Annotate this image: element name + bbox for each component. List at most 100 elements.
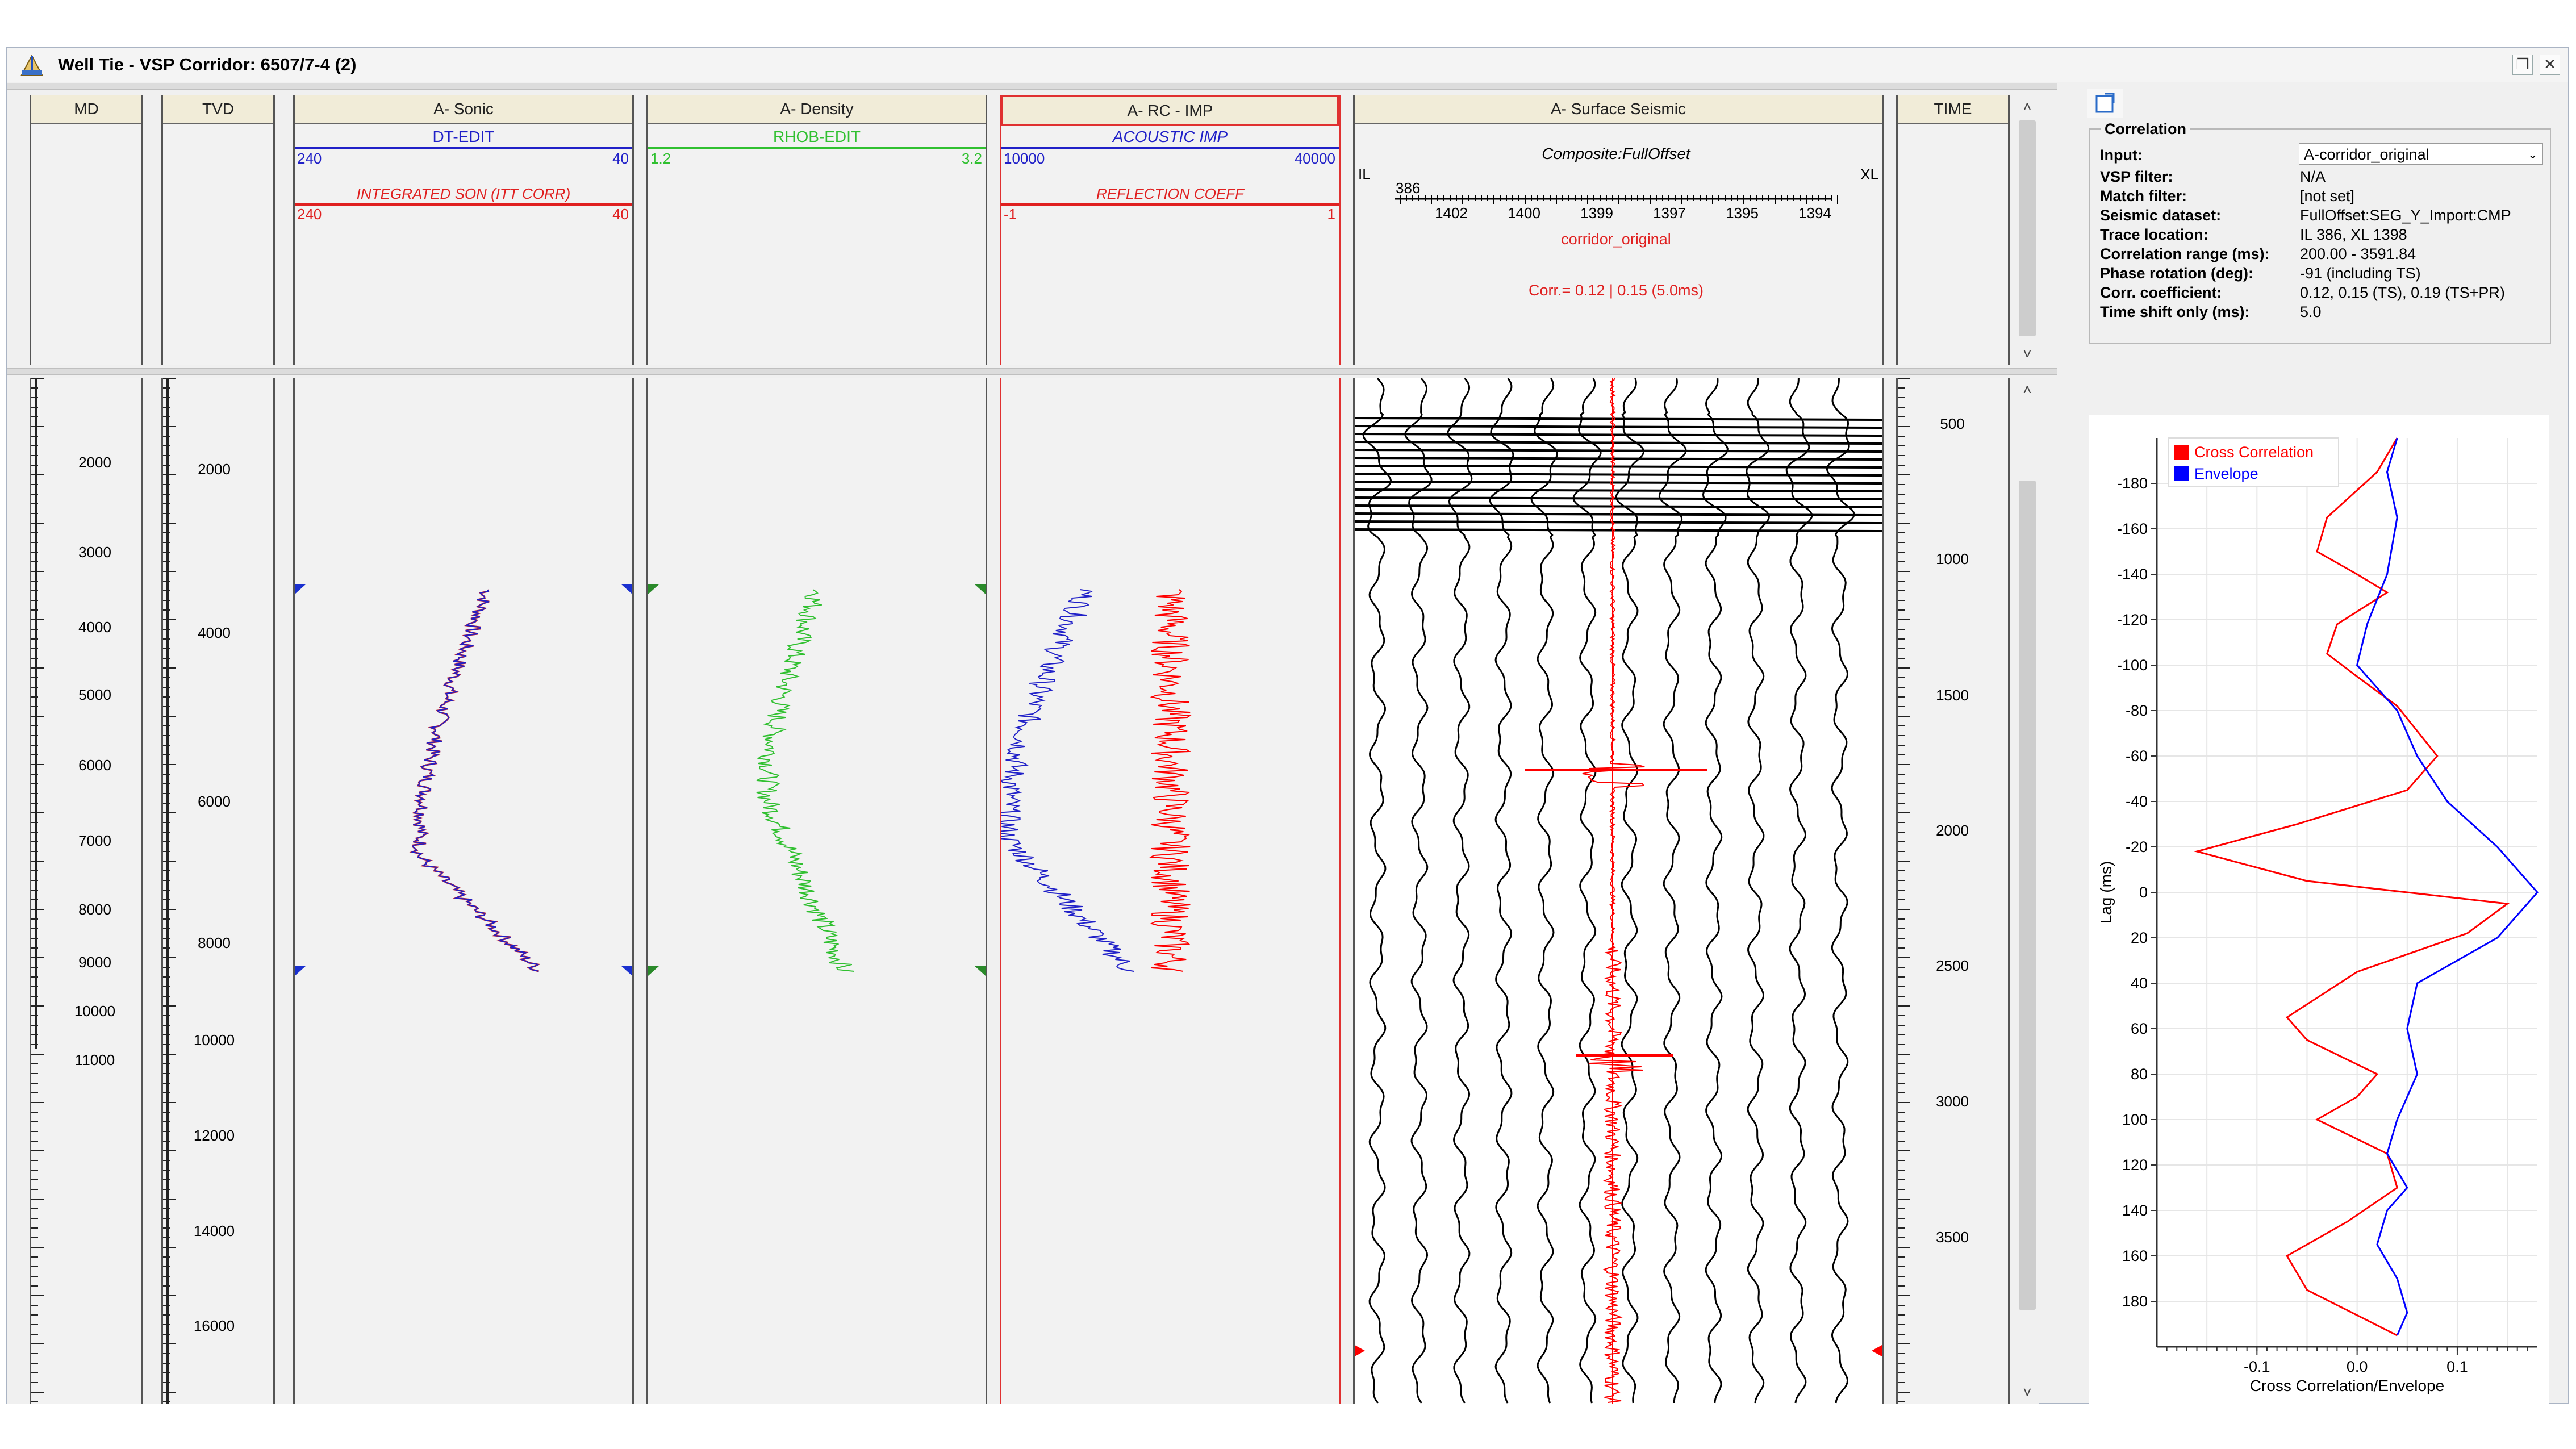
input-dropdown[interactable]: A-corridor_original ⌄ <box>2299 143 2543 165</box>
series-line <box>2193 437 2510 1337</box>
param-row: Match filter: [not set] <box>2100 186 2543 206</box>
body-scroll-down-icon[interactable]: ˅ <box>2015 1381 2039 1404</box>
seismic-trace <box>1658 378 1687 1404</box>
track-header-time[interactable]: TIME <box>1896 95 2010 365</box>
body-vertical-scrollbar[interactable]: ˄ ˅ <box>2015 378 2039 1404</box>
xl-tick-label: 1400 <box>1508 204 1540 222</box>
y-tick-label: -160 <box>2117 520 2148 537</box>
scale-label: 1500 <box>1936 687 1969 704</box>
track-header-md[interactable]: MD <box>30 95 143 365</box>
md-depth-scale: 2000 3000 4000 5000 6000 7000 8000 9000 10000 110… <box>31 378 115 1402</box>
track-body-area: 2000 3000 4000 5000 6000 7000 8000 9000 10000 110… <box>7 378 2039 1404</box>
param-value: 200.00 - 3591.84 <box>2300 245 2416 262</box>
middle-splitter[interactable] <box>7 368 2057 375</box>
y-tick-label: -20 <box>2126 838 2148 855</box>
param-row: Corr. coefficient: 0.12, 0.15 (TS), 0.19 … <box>2100 283 2543 302</box>
legend-label: Cross Correlation <box>2194 444 2314 461</box>
seismic-strong-reflector <box>1354 417 1882 421</box>
track-title-sonic[interactable]: A- Sonic <box>295 95 632 124</box>
y-axis-title: Lag (ms) <box>2097 861 2115 924</box>
scale-label: 10000 <box>74 1003 115 1020</box>
track-seismic[interactable] <box>1353 378 1884 1404</box>
track-header-sonic[interactable]: A- Sonic DT-EDIT 240 40 INTEGRATED SON (… <box>293 95 634 365</box>
scroll-up-icon[interactable]: ˄ <box>2015 95 2039 118</box>
sonic-curve2-min: 240 <box>297 206 322 223</box>
track-time[interactable]: 500 1000 1500 2000 2500 3000 3500 <box>1896 378 2010 1404</box>
track-header-density[interactable]: A- Density RHOB-EDIT 1.2 3.2 <box>646 95 987 365</box>
y-tick-label: 0 <box>2139 884 2148 901</box>
track-rc-imp[interactable] <box>993 378 1341 1404</box>
seismic-wiggle-plot <box>1354 378 1882 1404</box>
track-title-seismic[interactable]: A- Surface Seismic <box>1355 95 1882 124</box>
scale-label: 6000 <box>78 757 111 774</box>
track-title-rc-imp[interactable]: A- RC - IMP <box>1001 95 1339 126</box>
seismic-corr-text: Corr.= 0.12 | 0.15 (5.0ms) <box>1529 282 1704 299</box>
copy-icon <box>2095 93 2115 113</box>
scale-label: 3000 <box>78 544 111 561</box>
track-header-area: MD TVD A- Sonic DT-EDIT 240 40 INTEGRATE… <box>7 95 2039 365</box>
log-display-pane: MD TVD A- Sonic DT-EDIT 240 40 INTEGRATE… <box>7 83 2057 1405</box>
param-label: Correlation range (ms): <box>2100 245 2270 262</box>
rc-imp-curve2-min: -1 <box>1004 206 1017 223</box>
track-md[interactable]: 2000 3000 4000 5000 6000 7000 8000 9000 10000 110… <box>30 378 143 1404</box>
seismic-strong-reflector <box>1354 441 1882 445</box>
series-line <box>2356 437 2539 1336</box>
track-sonic[interactable] <box>293 378 634 1404</box>
header-scroll-thumb[interactable] <box>2019 120 2036 336</box>
density-log-plot <box>648 584 986 976</box>
seismic-trace <box>1785 378 1813 1404</box>
seismic-trace-name: corridor_original <box>1561 231 1671 248</box>
seismic-trace <box>1530 378 1559 1404</box>
scale-label: 2500 <box>1936 957 1969 974</box>
copy-button[interactable] <box>2087 89 2123 118</box>
track-density[interactable] <box>646 378 987 1404</box>
close-window-button[interactable]: ✕ <box>2540 55 2560 75</box>
cross-correlation-chart: -180 -160 -140 -120 -100 -80 -60 -40 -20 0 20 40 60 8… <box>2089 415 2549 1404</box>
scale-label: 9000 <box>78 954 111 971</box>
y-tick-label: -140 <box>2117 566 2148 583</box>
range-marker <box>974 584 986 594</box>
seismic-strong-reflector <box>1354 465 1882 469</box>
body-scroll-thumb[interactable] <box>2019 481 2036 1310</box>
input-label: Input: <box>2100 147 2143 164</box>
body-scroll-up-icon[interactable]: ˄ <box>2015 378 2039 401</box>
range-marker <box>648 584 659 594</box>
param-value: N/A <box>2300 168 2326 185</box>
track-tvd[interactable]: 2000 4000 6000 8000 10000 12000 14000 16000 <box>161 378 275 1404</box>
range-marker <box>1355 1345 1365 1356</box>
y-tick-label: 60 <box>2131 1020 2148 1037</box>
seismic-strong-reflector <box>1354 481 1882 485</box>
sonic-curve1-name: DT-EDIT <box>433 128 495 145</box>
seismic-trace <box>1702 378 1729 1404</box>
density-curve1-min: 1.2 <box>650 150 671 167</box>
window-title: Well Tie - VSP Corridor: 6507/7-4 (2) <box>58 55 357 74</box>
seismic-strong-reflector <box>1354 488 1882 492</box>
seismic-strong-reflector <box>1354 512 1882 516</box>
scale-label: 4000 <box>198 624 231 641</box>
y-tick-label: -100 <box>2117 657 2148 674</box>
scroll-down-icon[interactable]: ˅ <box>2015 343 2039 365</box>
time-scale: 500 1000 1500 2000 2500 3000 3500 <box>1898 378 1969 1402</box>
param-label: Corr. coefficient: <box>2100 284 2222 301</box>
y-tick-label: 120 <box>2122 1156 2148 1174</box>
range-marker <box>295 584 306 594</box>
y-tick-label: 160 <box>2122 1247 2148 1264</box>
param-value: 0.12, 0.15 (TS), 0.19 (TS+PR) <box>2300 284 2505 301</box>
seismic-xl-label: XL <box>1860 166 1878 183</box>
acoustic-imp-curve <box>993 589 1134 972</box>
input-dropdown-value: A-corridor_original <box>2304 146 2429 163</box>
sonic-curve1-max: 40 <box>612 150 629 167</box>
track-title-density[interactable]: A- Density <box>648 95 986 124</box>
top-splitter[interactable] <box>7 83 2057 90</box>
track-header-seismic[interactable]: A- Surface Seismic Composite:FullOffset … <box>1353 95 1884 365</box>
track-title-md[interactable]: MD <box>31 95 141 124</box>
track-header-rc-imp[interactable]: A- RC - IMP ACOUSTIC IMP 10000 40000 REF… <box>1000 95 1341 365</box>
track-header-tvd[interactable]: TVD <box>161 95 275 365</box>
restore-window-button[interactable]: ❐ <box>2512 55 2533 75</box>
scale-label: 8000 <box>198 934 231 951</box>
track-title-time[interactable]: TIME <box>1898 95 2008 124</box>
range-marker <box>621 966 632 976</box>
well-tie-app-icon <box>20 54 43 76</box>
header-vertical-scrollbar[interactable]: ˄ ˅ <box>2015 95 2039 365</box>
track-title-tvd[interactable]: TVD <box>163 95 273 124</box>
